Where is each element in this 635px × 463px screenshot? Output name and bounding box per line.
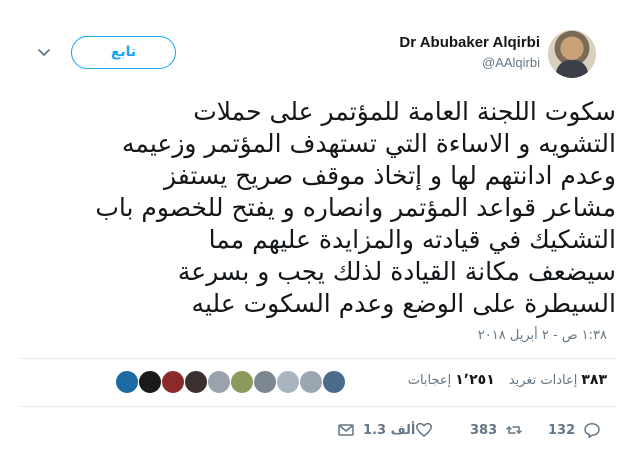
tweet-line: التشويه و الاساءة التي تستهدف المؤتمر وز… [122,129,616,158]
reply-count: 132 [548,422,576,438]
liker-avatar[interactable] [138,370,162,394]
tweet-actions: 1.3 ألف 383 132 [0,418,635,442]
liker-avatar[interactable] [299,370,323,394]
tweet-line: مشاعر قواعد المؤتمر وانصاره و يفتح للخصو… [95,193,616,222]
tweet-line: وعدم ادانتهم لها و إتخاذ موقف صريح يستفز [163,161,616,190]
liker-avatar[interactable] [322,370,346,394]
liker-avatar[interactable] [161,370,185,394]
liker-avatar[interactable] [184,370,208,394]
tweet-timestamp[interactable]: ١:٣٨ ص - ٢ أبريل ٢٠١٨ [478,328,607,343]
retweets-stat[interactable]: ٣٨٣إعادات تغريد [508,372,607,388]
heart-action[interactable] [415,418,433,442]
divider [20,406,616,407]
tweet-line: سيضعف مكانة القيادة لذلك يجب و بسرعة [177,257,616,286]
liker-avatar[interactable] [115,370,139,394]
retweet-count: 383 [470,422,498,438]
liker-avatar[interactable] [207,370,231,394]
liker-avatar[interactable] [276,370,300,394]
tweet-text: سكوت اللجنة العامة للمؤتمر على حملات الت… [20,96,616,320]
divider [20,358,616,359]
reply-icon [584,423,600,439]
engagement-stats: ٣٨٣إعادات تغريد ١٬٢٥١إعجابات [408,372,607,388]
likes-label: إعجابات [407,373,452,388]
retweets-count: ٣٨٣ [581,372,607,388]
follow-button[interactable]: تابع [71,36,176,69]
tweet-card: Dr Abubaker Alqirbi @AAlqirbi تابع سكوت … [0,0,635,463]
author-avatar[interactable] [548,30,596,78]
liker-avatar[interactable] [253,370,277,394]
liker-avatar[interactable] [230,370,254,394]
heart-icon [416,422,432,437]
tweet-line: التشكيك في قيادته والمزايدة عليهم مما [208,225,616,254]
retweets-label: إعادات تغريد [508,373,578,388]
liker-avatars [115,370,355,396]
retweet-icon [506,426,522,434]
likes-stat[interactable]: ١٬٢٥١إعجابات [407,372,495,388]
retweet-button[interactable]: 383 [462,418,523,442]
likes-count: ١٬٢٥١ [455,372,495,388]
chevron-down-icon[interactable] [36,44,52,60]
tweet-line: السيطرة على الوضع وعدم السكوت عليه [191,289,616,318]
author-handle[interactable]: @AAlqirbi [482,55,540,70]
like-count: 1.3 ألف [363,422,416,438]
like-button[interactable]: 1.3 ألف [337,418,423,442]
reply-button[interactable]: 132 [540,418,601,442]
author-name[interactable]: Dr Abubaker Alqirbi [399,34,540,51]
tweet-line: سكوت اللجنة العامة للمؤتمر على حملات [193,97,616,126]
envelope-icon[interactable] [337,421,355,439]
